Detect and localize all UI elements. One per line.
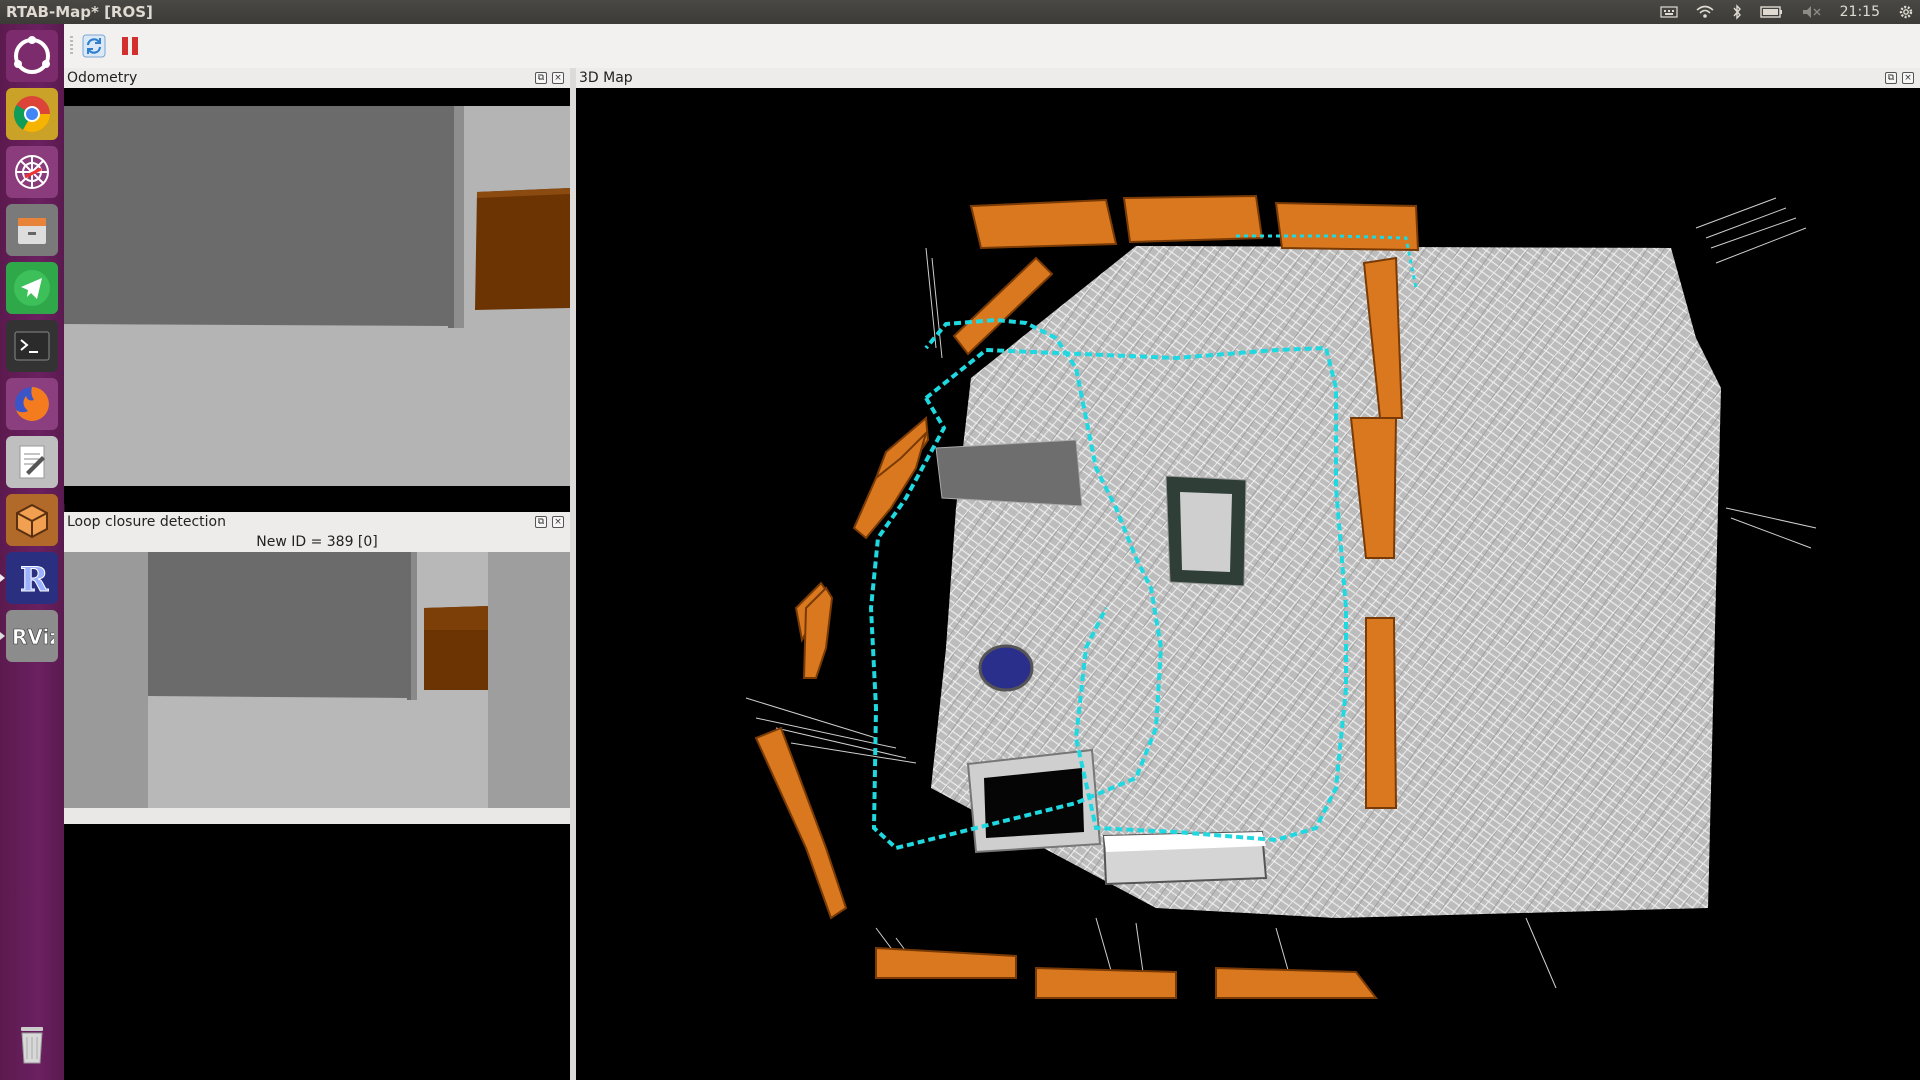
loop-closure-view[interactable] [64,552,570,808]
close-icon[interactable]: × [552,72,564,84]
svg-text:RViz: RViz [12,625,54,649]
launcher: R RViz [0,24,65,1080]
map3d-title: 3D Map [579,70,633,86]
blue-cylinder [978,644,1034,692]
loop-closure-title: Loop closure detection [67,514,226,530]
close-icon[interactable]: × [1902,72,1914,84]
loop-closure-image [64,552,570,808]
close-icon[interactable]: × [552,516,564,528]
window-title: RTAB-Map* [ROS] [6,3,153,21]
odometry-view[interactable] [64,88,570,504]
pause-icon[interactable] [116,32,144,60]
float-icon[interactable]: ⧉ [535,72,547,84]
odometry-image [64,106,570,486]
keyboard-icon[interactable] [1660,5,1678,19]
battery-icon[interactable] [1759,5,1784,19]
clock[interactable]: 21:15 [1840,4,1880,20]
main-toolbar [64,24,1920,68]
toolbar-grip[interactable] [70,36,73,56]
empty-dock-area [64,824,570,1080]
map3d-view[interactable] [576,88,1920,1080]
map3d-dock-title[interactable]: 3D Map ⧉ × [576,68,1920,88]
float-icon[interactable]: ⧉ [1885,72,1897,84]
system-tray: 21:15 [1660,0,1920,24]
bluetooth-icon[interactable] [1732,4,1742,20]
rtabmap-icon[interactable]: R [6,552,58,604]
box-object [935,439,1083,507]
settings-gear-icon[interactable] [1898,4,1914,20]
refresh-icon[interactable] [80,32,108,60]
loop-closure-status: New ID = 389 [0] [64,532,570,552]
firefox-icon[interactable] [6,378,58,430]
odometry-dock-title[interactable]: Odometry ⧉ × [64,68,570,88]
rviz-icon[interactable]: RViz [6,610,58,662]
box-app-icon[interactable] [6,494,58,546]
running-indicator [0,632,5,640]
wifi-icon[interactable] [1696,5,1714,19]
odometry-title: Odometry [67,70,138,86]
dock-separator [64,808,570,824]
ubuntu-dash-icon[interactable] [6,30,58,82]
terminal-icon[interactable] [6,320,58,372]
spider-app-icon[interactable] [6,146,58,198]
point-cloud-map [745,194,1817,999]
running-indicator [0,574,5,582]
text-editor-icon[interactable] [6,436,58,488]
top-panel: RTAB-Map* [ROS] 21:15 [0,0,1920,24]
float-icon[interactable]: ⧉ [535,516,547,528]
telegram-icon[interactable] [6,262,58,314]
volume-muted-icon[interactable] [1802,5,1822,19]
loop-closure-dock-title[interactable]: Loop closure detection ⧉ × [64,512,570,532]
svg-text:R: R [20,560,49,598]
chrome-icon[interactable] [6,88,58,140]
trash-icon[interactable] [6,1018,58,1070]
files-icon[interactable] [6,204,58,256]
